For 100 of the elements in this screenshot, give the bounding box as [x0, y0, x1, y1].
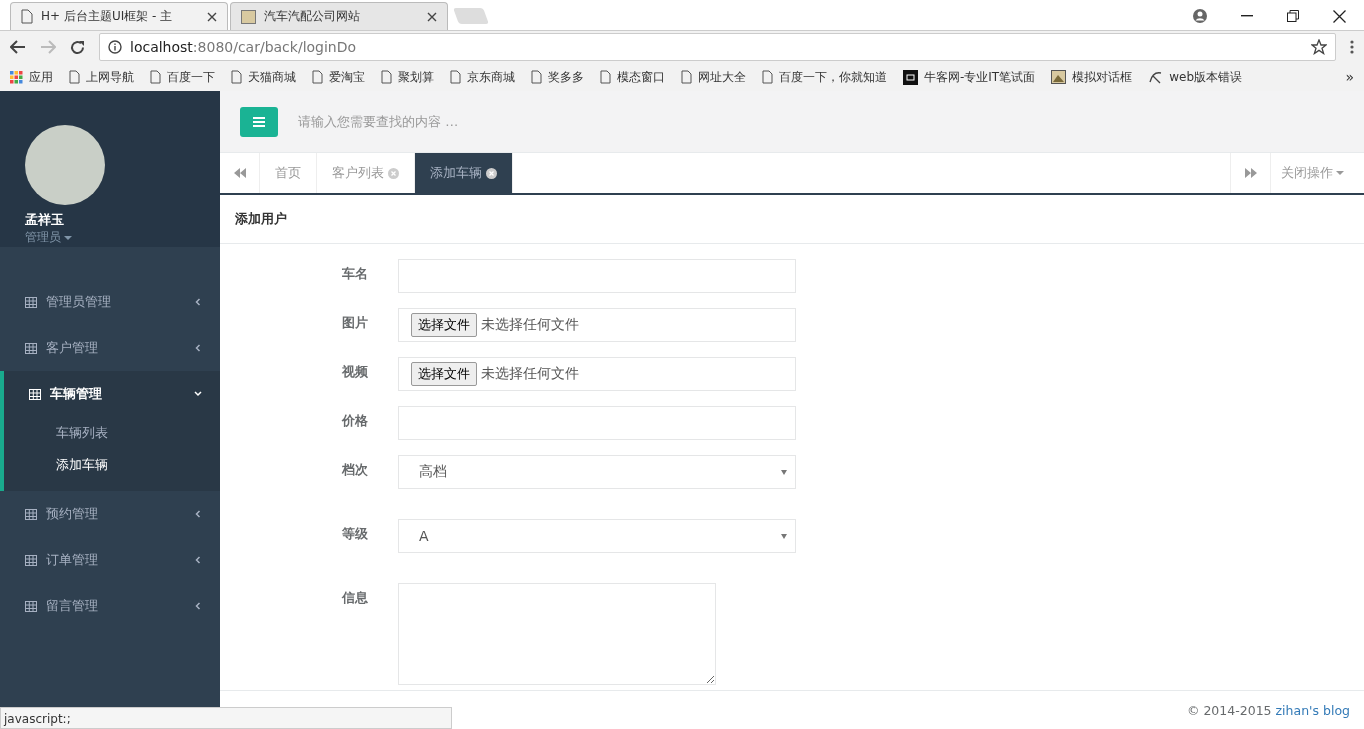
select-field[interactable]: A	[398, 519, 796, 553]
page-icon	[150, 70, 161, 84]
bookmark[interactable]: 应用	[10, 68, 53, 86]
bookmark[interactable]: 百度一下，你就知道	[762, 68, 887, 86]
field-label: 等级	[341, 525, 369, 543]
menu-item[interactable]: 订单管理	[4, 537, 220, 583]
status-text: javascript:;	[0, 707, 452, 729]
field-label: 车名	[341, 265, 369, 283]
image-icon	[1051, 70, 1067, 84]
choose-file-button[interactable]: 选择文件	[411, 313, 477, 337]
blog-link[interactable]: zihan's blog	[1275, 702, 1350, 718]
menu-item[interactable]: 管理员管理	[4, 279, 220, 325]
submenu-item[interactable]: 车辆列表	[4, 417, 220, 449]
menu-item[interactable]: 留言管理	[4, 583, 220, 629]
url-text: localhost:8080/car/back/loginDo	[130, 39, 357, 55]
caret-icon	[194, 390, 202, 398]
page-icon	[231, 70, 242, 84]
bookmark[interactable]: 百度一下	[150, 68, 215, 86]
apps-grid-icon	[10, 70, 23, 84]
input-field[interactable]	[398, 259, 796, 293]
logo-icon	[903, 69, 918, 85]
close-icon[interactable]	[427, 11, 437, 22]
page-icon	[450, 70, 461, 84]
table-icon	[25, 600, 37, 612]
bookmark[interactable]: 奖多多	[531, 68, 584, 86]
double-right-icon	[1244, 168, 1257, 178]
menu-toggle-button[interactable]	[240, 106, 278, 137]
table-icon	[25, 508, 37, 520]
page-icon	[531, 70, 542, 84]
bookmark[interactable]: 上网导航	[69, 68, 134, 86]
field-label: 价格	[340, 412, 369, 430]
caret-icon	[781, 469, 787, 475]
field-label: 图片	[341, 314, 369, 332]
search-field[interactable]: 请输入您需要查找的内容 …	[296, 113, 700, 130]
info-icon	[108, 40, 122, 54]
browser-tab[interactable]: 汽车汽配公司网站	[230, 2, 448, 30]
bookmark[interactable]: 天猫商城	[231, 68, 296, 86]
form-title: 添加用户	[220, 195, 1364, 244]
minimize-icon[interactable]	[1241, 15, 1253, 17]
star-icon[interactable]	[1311, 39, 1327, 55]
caret-icon	[194, 510, 202, 518]
bookmark[interactable]: 京东商城	[450, 68, 515, 86]
caret-icon	[781, 533, 787, 539]
back-icon[interactable]	[10, 40, 26, 54]
browser-tab[interactable]: H+ 后台主题UI框架 - 主	[10, 2, 228, 30]
choose-file-button[interactable]: 选择文件	[411, 362, 477, 386]
page-icon	[21, 9, 33, 24]
table-icon	[25, 554, 37, 566]
bookmark[interactable]: 网址大全	[681, 68, 746, 86]
page-icon	[312, 70, 323, 84]
account-icon[interactable]	[1193, 9, 1207, 23]
bookmark[interactable]: 牛客网-专业IT笔试面	[903, 68, 1036, 86]
bookmark[interactable]: 爱淘宝	[312, 68, 365, 86]
bookmark[interactable]: 聚划算	[381, 68, 434, 86]
user-name: 孟祥玉	[25, 211, 65, 229]
menu-item[interactable]: 客户管理	[4, 325, 220, 371]
close-icon[interactable]	[486, 167, 497, 179]
caret-icon	[194, 298, 202, 306]
page-icon	[381, 70, 392, 84]
menu-item[interactable]: 预约管理	[4, 491, 220, 537]
caret-icon	[194, 556, 202, 564]
caret-icon	[194, 602, 202, 610]
submenu-item[interactable]: 添加车辆	[4, 449, 220, 481]
page-icon	[600, 70, 611, 84]
select-field[interactable]: 高档	[398, 455, 796, 489]
caret-icon	[64, 235, 72, 240]
restore-icon[interactable]	[1287, 10, 1299, 22]
page-tab[interactable]: 添加车辆	[415, 153, 513, 193]
field-label: 信息	[340, 589, 369, 607]
table-icon	[29, 388, 41, 400]
file-status: 未选择任何文件	[481, 365, 579, 383]
address-bar[interactable]: localhost:8080/car/back/loginDo	[99, 33, 1336, 61]
table-icon	[25, 342, 37, 354]
field-label: 档次	[341, 461, 369, 479]
page-icon	[762, 70, 773, 84]
double-left-icon	[233, 168, 246, 178]
bookmark[interactable]: 模拟对话框	[1051, 68, 1133, 86]
page-icon	[69, 70, 80, 84]
table-icon	[25, 296, 37, 308]
role-dropdown[interactable]: 管理员	[25, 229, 72, 246]
field-label: 视频	[341, 363, 369, 381]
caret-icon	[194, 344, 202, 352]
bookmark[interactable]: 模态窗口	[600, 68, 665, 86]
bookmark[interactable]: web版本错误	[1148, 68, 1243, 86]
input-field[interactable]	[398, 406, 796, 440]
menu-item[interactable]: 车辆管理	[4, 371, 220, 417]
close-icon[interactable]	[1333, 9, 1346, 23]
menu-icon	[253, 116, 265, 127]
file-input[interactable]: 选择文件 未选择任何文件	[398, 308, 796, 342]
file-status: 未选择任何文件	[481, 316, 579, 334]
script-icon	[1148, 70, 1164, 84]
textarea-field[interactable]	[398, 583, 716, 685]
close-icon[interactable]	[207, 11, 217, 22]
menu-icon[interactable]	[1350, 40, 1354, 54]
caret-icon	[1336, 171, 1344, 175]
more-bookmarks-button[interactable]: »	[1345, 69, 1354, 85]
page-icon	[681, 70, 692, 84]
file-input[interactable]: 选择文件 未选择任何文件	[398, 357, 796, 391]
reload-icon[interactable]	[70, 39, 85, 55]
copyright-text: © 2014-2015	[1186, 702, 1272, 718]
